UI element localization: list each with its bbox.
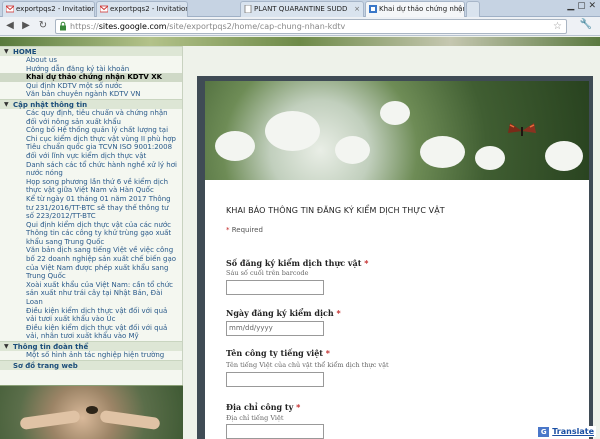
banner-flower: [335, 136, 370, 164]
question-label: Ngày đăng ký kiểm dịch *: [226, 308, 341, 318]
banner-flower: [545, 141, 583, 171]
sidebar-sitemap-link[interactable]: Sơ đồ trang web: [0, 359, 182, 370]
question-label: Địa chỉ công ty *: [226, 402, 301, 412]
sidebar-item-update[interactable]: Danh sách các tổ chức hành nghề xử lý hơ…: [0, 161, 182, 178]
registration-date-input[interactable]: mm/dd/yyyy: [226, 321, 324, 336]
collapse-arrow-icon[interactable]: ▼: [4, 342, 9, 352]
question-label: Số đăng ký kiểm dịch thực vật *: [226, 258, 369, 268]
browser-toolbar: ◀ ▶ ↻ https://sites.google.com/site/expo…: [0, 17, 600, 36]
browser-tab-title: exportpqs2 - Invitation to vi: [16, 5, 95, 13]
sidebar-item-update[interactable]: Văn bản dịch sang tiếng Việt về việc côn…: [0, 246, 182, 280]
close-icon[interactable]: ×: [85, 2, 91, 16]
company-name-input[interactable]: [226, 372, 324, 387]
question-help: Tên tiếng Việt của chủ vật thể kiểm dịch…: [226, 361, 389, 369]
bookmark-star-icon[interactable]: ☆: [553, 20, 562, 33]
browser-tab-bar: exportpqs2 - Invitation to vi × exportpq…: [0, 0, 600, 17]
question-help: Sáu số cuối trên barcode: [226, 269, 309, 277]
required-marker: *: [226, 226, 230, 234]
reload-icon[interactable]: ↻: [36, 19, 50, 33]
main-content: KHAI BÁO THÔNG TIN ĐĂNG KÝ KIỂM DỊCH THỰ…: [184, 46, 600, 439]
sidebar-item-register-guide[interactable]: Hướng dẫn đăng ký tài khoản: [0, 65, 182, 74]
page-icon: [244, 5, 252, 13]
sidebar-section-updates[interactable]: ▼ Cập nhật thông tin: [0, 98, 182, 110]
sidebar-item-update[interactable]: Xoài xuất khẩu của Việt Nam: cần tổ chức…: [0, 281, 182, 307]
banner-flower: [265, 111, 320, 151]
collapse-arrow-icon[interactable]: ▼: [4, 47, 9, 57]
section-title: Thông tin đoàn thể: [13, 343, 89, 351]
question-label: Tên công ty tiếng việt *: [226, 348, 330, 358]
sidebar-section-home[interactable]: ▼ HOME: [0, 46, 182, 56]
sidebar-item-legal-docs[interactable]: Văn bản chuyên ngành KDTV VN: [0, 90, 182, 99]
site-header-photo: [0, 37, 600, 46]
browser-tab-title: Khai dự thảo chứng nhận KD: [379, 5, 464, 13]
banner-flower: [475, 146, 505, 170]
form-title: KHAI BÁO THÔNG TIN ĐĂNG KÝ KIỂM DỊCH THỰ…: [226, 206, 445, 215]
collapse-arrow-icon[interactable]: ▼: [4, 100, 9, 110]
sidebar-item-field-photos[interactable]: Một số hình ảnh tác nghiệp hiện trường: [0, 351, 182, 360]
sidebar-item-update[interactable]: Họp song phương lần thứ 6 về kiểm dịch t…: [0, 178, 182, 195]
browser-tab-title: PLANT QUARANTINE SUDD: [254, 5, 348, 13]
browser-tab-4-active[interactable]: Khai dự thảo chứng nhận KD ×: [365, 1, 465, 17]
lock-icon: [60, 21, 66, 31]
new-tab-button[interactable]: [466, 1, 480, 17]
close-icon[interactable]: ×: [354, 2, 360, 16]
sidebar-item-update[interactable]: Các quy định, tiêu chuẩn và chứng nhận đ…: [0, 109, 182, 126]
url-host: sites.google.com: [98, 22, 167, 31]
sidebar-item-update[interactable]: Điều kiện kiểm dịch thực vật đối với quả…: [0, 307, 182, 324]
sidebar-item-kdtv-certificate[interactable]: Khai dự thảo chứng nhận KDTV XK: [0, 73, 182, 82]
translate-label: Translate: [552, 427, 594, 436]
window-controls[interactable]: ▁ ▢ ✕: [567, 1, 596, 11]
wrench-icon[interactable]: 🔧: [580, 19, 592, 30]
address-bar[interactable]: https://sites.google.com/site/exportpqs2…: [55, 19, 567, 34]
back-icon[interactable]: ◀: [3, 19, 17, 33]
required-text: Required: [231, 226, 263, 234]
close-icon[interactable]: ×: [178, 2, 184, 16]
sidebar-item-update[interactable]: Điều kiện kiểm dịch thực vật đối với quả…: [0, 324, 182, 341]
sidebar-item-update[interactable]: Công bố Hệ thống quản lý chất lượng tại …: [0, 126, 182, 160]
browser-tab-3[interactable]: PLANT QUARANTINE SUDD ×: [240, 1, 364, 17]
photo-finger-right: [99, 409, 161, 431]
sidebar: ▼ HOME About us Hướng dẫn đăng ký tài kho…: [0, 46, 183, 439]
url-scheme: https://: [70, 22, 99, 31]
registration-number-input[interactable]: [226, 280, 324, 295]
sidebar-photo: [0, 385, 183, 439]
browser-tab-title: exportpqs2 - Invitation to vi: [110, 5, 188, 13]
company-address-input[interactable]: [226, 424, 324, 439]
section-title: HOME: [13, 48, 37, 56]
required-note: * Required: [226, 226, 263, 234]
browser-tab-1[interactable]: exportpqs2 - Invitation to vi ×: [2, 1, 95, 17]
photo-finger-left: [19, 409, 81, 431]
sidebar-section-union-info[interactable]: ▼ Thông tin đoàn thể: [0, 341, 182, 351]
browser-tab-2[interactable]: exportpqs2 - Invitation to vi ×: [96, 1, 188, 17]
sidebar-item-update[interactable]: Kể từ ngày 01 tháng 01 năm 2017 Thông tư…: [0, 195, 182, 221]
gmail-icon: [6, 5, 14, 13]
sidebar-item-update[interactable]: Qui định kiểm dịch thực vật của các nước: [0, 221, 182, 230]
butterfly-icon: [508, 123, 536, 136]
section-title: Cập nhật thông tin: [13, 100, 88, 109]
close-icon[interactable]: ×: [455, 2, 461, 16]
sidebar-item-about-us[interactable]: About us: [0, 56, 182, 65]
sidebar-item-country-rules[interactable]: Qui định KDTV một số nước: [0, 82, 182, 91]
google-translate-icon: G: [538, 427, 550, 437]
banner-flower: [420, 136, 465, 168]
form-banner-image: [205, 81, 589, 180]
sites-icon: [369, 5, 377, 13]
banner-flower: [215, 131, 255, 161]
gmail-icon: [100, 5, 108, 13]
translate-button[interactable]: G Translate: [536, 426, 596, 437]
url-path: /site/exportpqs2/home/cap-chung-nhan-kdt…: [166, 22, 346, 31]
forward-icon[interactable]: ▶: [19, 19, 33, 33]
sidebar-item-update[interactable]: Thông tin các công ty khử trùng gạo xuất…: [0, 229, 182, 246]
photo-insect: [86, 406, 98, 414]
question-help: Địa chỉ tiếng Việt: [226, 414, 284, 422]
banner-flower: [380, 101, 410, 125]
